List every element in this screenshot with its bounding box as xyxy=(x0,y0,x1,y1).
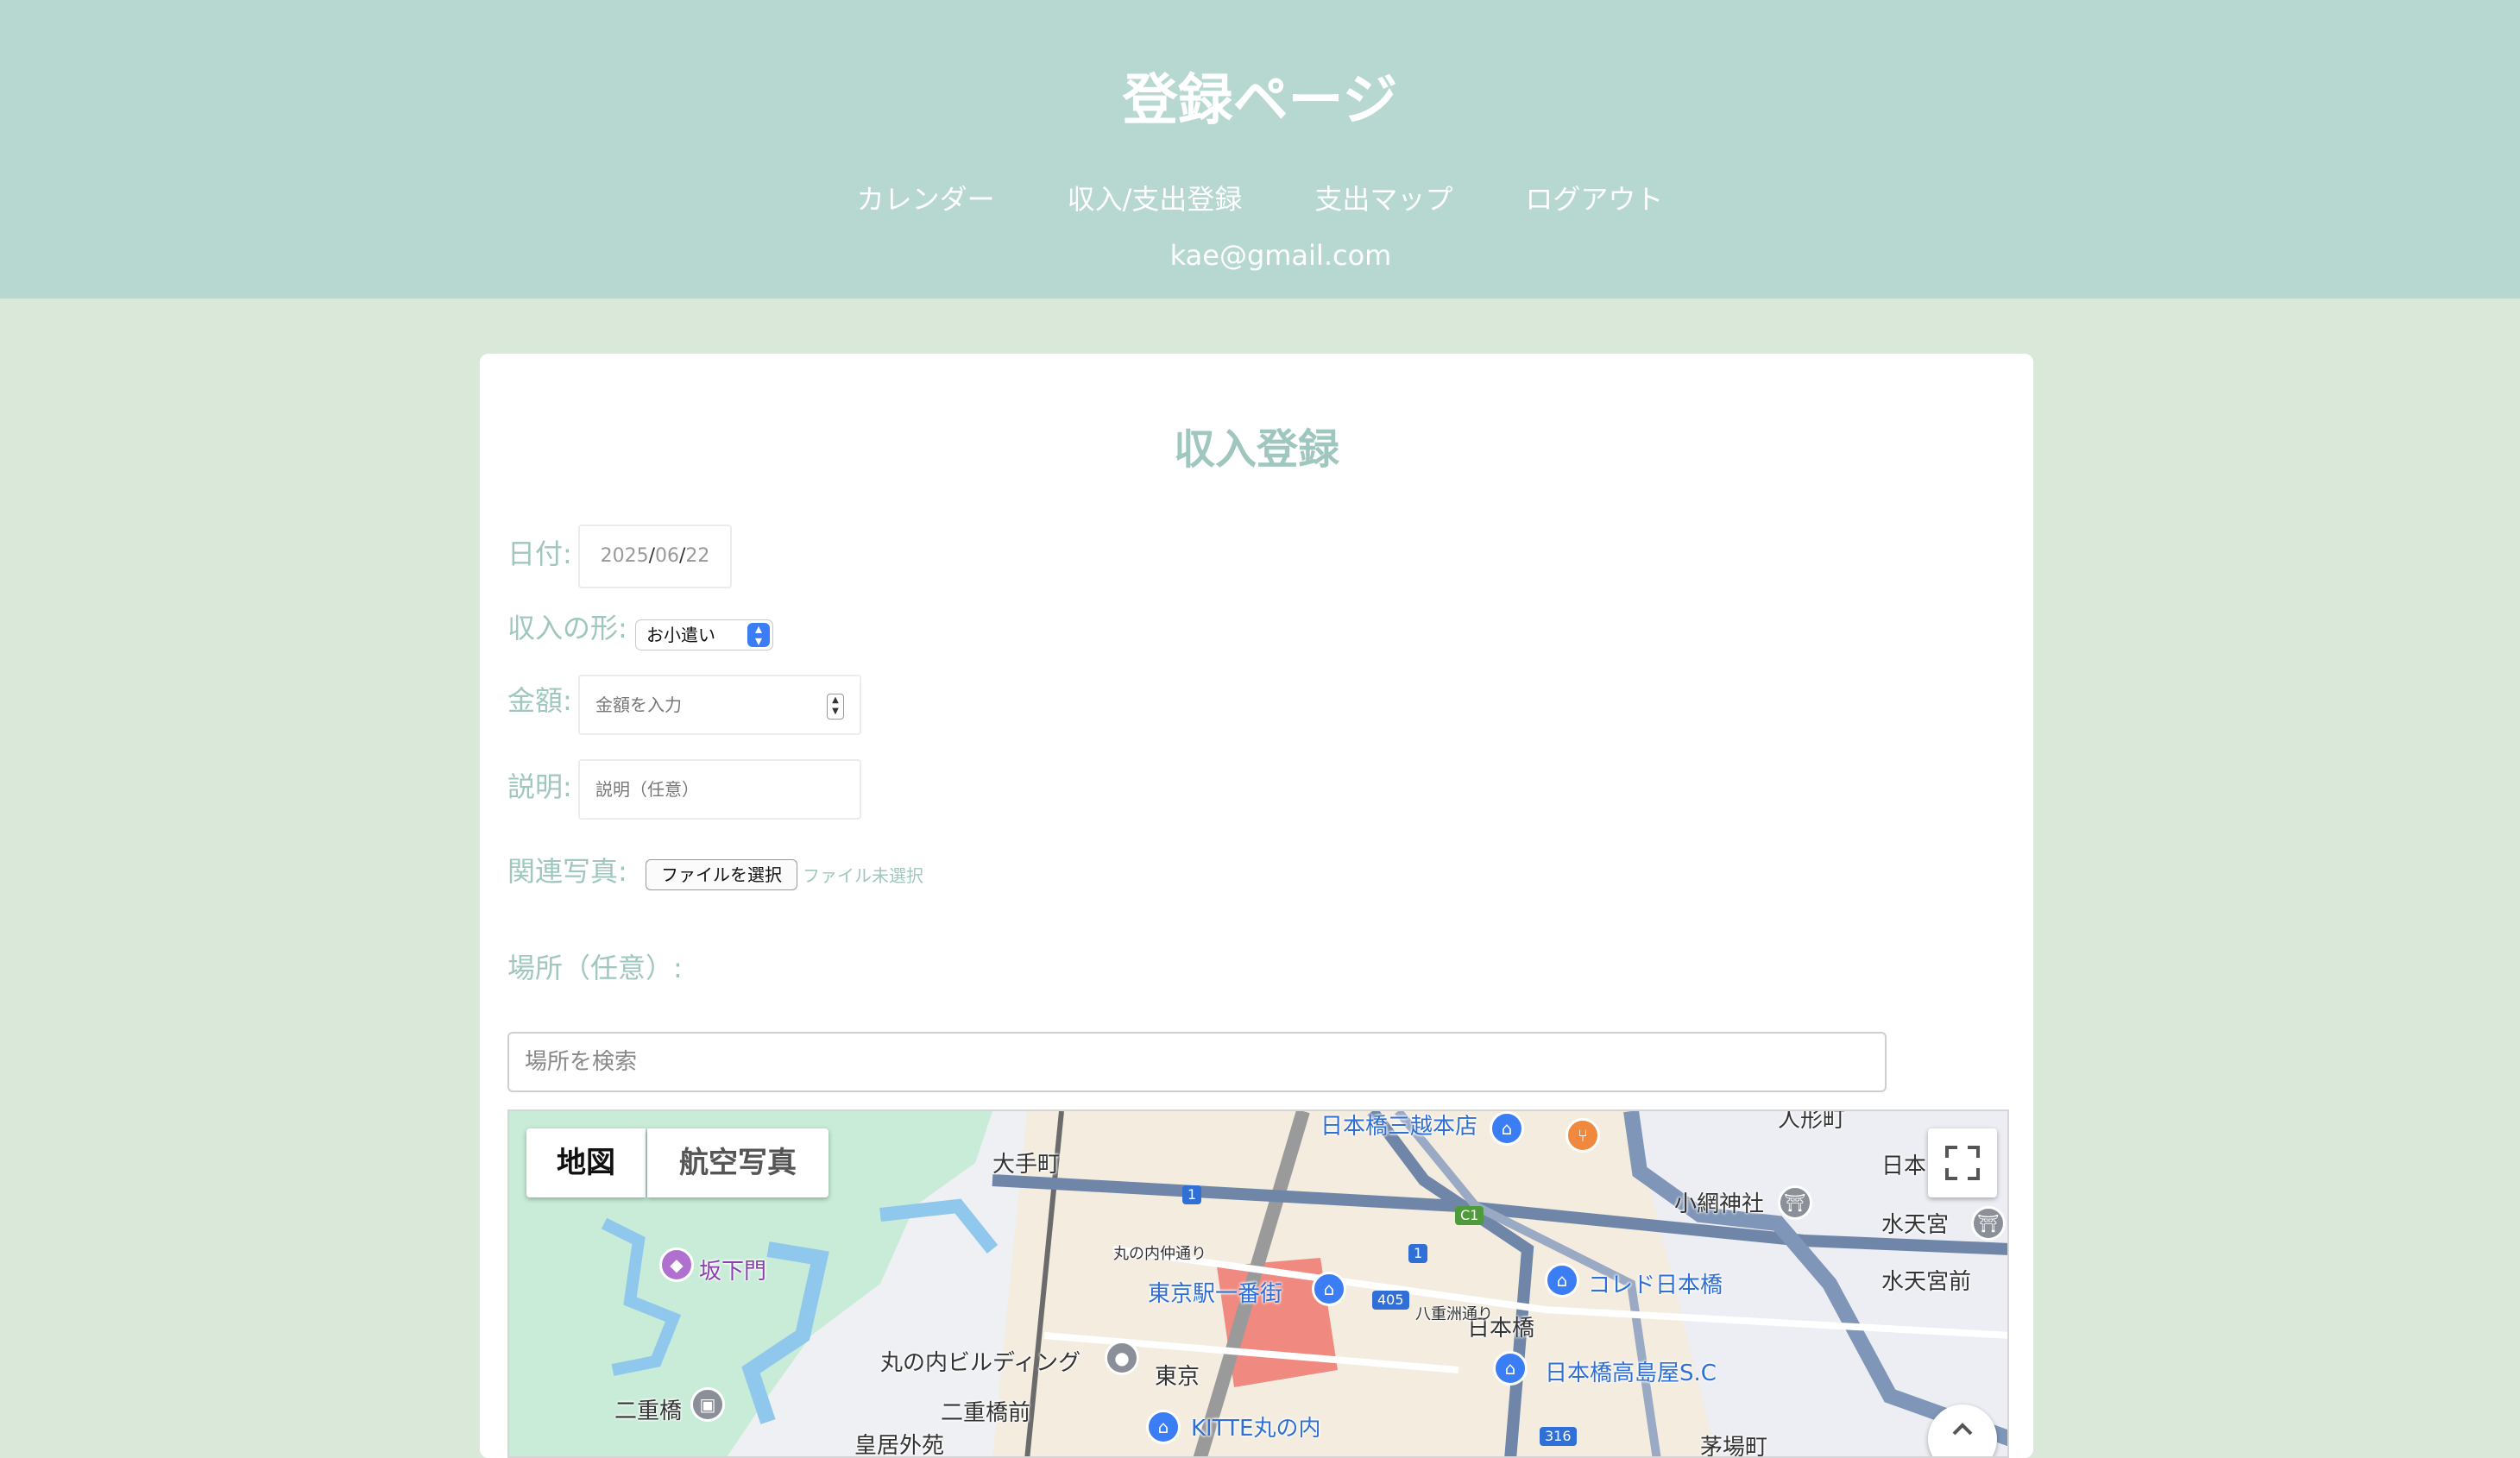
choose-file-button[interactable]: ファイルを選択 xyxy=(646,859,797,890)
map-label-kitte: KITTE丸の内 xyxy=(1191,1416,1321,1442)
map-label-coredo: コレド日本橋 xyxy=(1588,1273,1723,1298)
description-label: 説明: xyxy=(507,770,572,803)
route-shield-316: 316 xyxy=(1540,1427,1577,1446)
route-shield-c1: C1 xyxy=(1455,1206,1484,1225)
map-label-otemachi: 大手町 xyxy=(992,1152,1061,1178)
map-label-tokyo-ichibangai: 東京駅一番街 xyxy=(1148,1281,1283,1307)
main-nav: カレンダー 収入/支出登録 支出マップ ログアウト xyxy=(0,178,2520,221)
amount-label: 金額: xyxy=(507,684,572,717)
nav-calendar[interactable]: カレンダー xyxy=(857,178,995,221)
map-label-marunouchi-street: 丸の内仲通り xyxy=(1113,1245,1206,1263)
nav-logout[interactable]: ログアウト xyxy=(1525,178,1663,221)
route-shield-1: 1 xyxy=(1408,1244,1428,1263)
amount-placeholder: 金額を入力 xyxy=(595,694,682,715)
shopping-pin-icon[interactable]: ⌂ xyxy=(1146,1410,1181,1444)
amount-input[interactable]: 金額を入力 ▲ ▼ xyxy=(578,675,861,735)
shrine-pin-icon[interactable]: ⛩ xyxy=(1778,1185,1812,1220)
map-label-nijubashi: 二重橋 xyxy=(614,1398,683,1424)
file-status: ファイル未選択 xyxy=(803,865,923,886)
description-placeholder: 説明（任意） xyxy=(595,779,699,800)
place-pin-icon[interactable]: ▣ xyxy=(690,1387,725,1422)
date-day: 22 xyxy=(685,545,710,567)
move-arrows-icon xyxy=(1952,1423,1973,1436)
income-type-label: 収入の形: xyxy=(507,612,627,644)
map-type-satellite-button[interactable]: 航空写真 xyxy=(647,1128,828,1197)
date-year: 2025 xyxy=(600,545,649,567)
shopping-pin-icon[interactable]: ⌂ xyxy=(1312,1272,1346,1306)
map-label-suitengumae: 水天宮前 xyxy=(1881,1269,1972,1295)
map-label-koami: 小網神社 xyxy=(1674,1191,1765,1217)
shrine-pin-icon[interactable]: ⛩ xyxy=(1971,1206,2006,1241)
shopping-pin-icon[interactable]: ⌂ xyxy=(1490,1111,1524,1146)
landmark-pin-icon[interactable]: ◆ xyxy=(659,1247,694,1282)
user-email: kae@gmail.com xyxy=(1169,239,1392,272)
location-map[interactable]: 地図 航空写真 大手町 日本橋三越本店 人形町 日本 小網神社 水天宮 水天宮前… xyxy=(507,1109,2009,1458)
select-arrows-icon: ▴ ▾ xyxy=(747,622,770,648)
map-label-ningyocho: 人形町 xyxy=(1778,1109,1846,1133)
number-stepper-icon[interactable]: ▲ ▼ xyxy=(827,694,844,720)
map-label-yaesu-street: 八重洲通り xyxy=(1415,1305,1493,1323)
fullscreen-icon xyxy=(1945,1146,1980,1180)
date-month: 06 xyxy=(655,545,679,567)
map-label-marunouchi-bldg: 丸の内ビルディング xyxy=(880,1350,1081,1376)
income-form-card: 収入登録 日付: 2025/06/22 収入の形: お小遣い ▴ ▾ 金額: 金額… xyxy=(480,354,2033,1458)
map-label-mitsukoshi: 日本橋三越本店 xyxy=(1320,1114,1478,1140)
photo-label: 関連写真: xyxy=(507,855,627,888)
date-input[interactable]: 2025/06/22 xyxy=(578,525,732,588)
nav-expense-map[interactable]: 支出マップ xyxy=(1314,178,1452,221)
place-search-input[interactable]: 場所を検索 xyxy=(507,1032,1887,1092)
shopping-pin-icon[interactable]: ⌂ xyxy=(1493,1351,1528,1386)
map-label-kayabacho: 茅場町 xyxy=(1700,1435,1768,1458)
income-type-select[interactable]: お小遣い ▴ ▾ xyxy=(635,619,773,650)
restaurant-pin-icon[interactable]: ⑂ xyxy=(1566,1118,1600,1153)
place-pin-icon[interactable]: ● xyxy=(1105,1341,1139,1375)
map-label-takashimaya: 日本橋高島屋S.C xyxy=(1545,1361,1717,1386)
map-label-suitengu: 水天宮 xyxy=(1881,1212,1950,1238)
map-label-nihon: 日本 xyxy=(1881,1153,1927,1179)
route-shield-1: 1 xyxy=(1182,1185,1202,1204)
nav-register[interactable]: 収入/支出登録 xyxy=(1068,178,1243,221)
map-label-sakashita: 坂下門 xyxy=(699,1259,767,1285)
income-type-value: お小遣い xyxy=(646,625,715,645)
map-move-control[interactable] xyxy=(1928,1405,1997,1456)
place-label: 場所（任意）: xyxy=(507,952,683,984)
date-label: 日付: xyxy=(507,537,572,570)
map-label-kokyo-gaien: 皇居外苑 xyxy=(854,1433,945,1458)
map-label-nijubashimae: 二重橋前 xyxy=(941,1400,1031,1426)
site-header: 登録ページ カレンダー 収入/支出登録 支出マップ ログアウト kae@gmai… xyxy=(0,0,2520,299)
map-label-tokyo: 東京 xyxy=(1155,1364,1200,1390)
map-type-map-button[interactable]: 地図 xyxy=(526,1128,646,1197)
form-title: 収入登録 xyxy=(1173,425,1339,474)
description-input[interactable]: 説明（任意） xyxy=(578,759,861,820)
place-search-placeholder: 場所を検索 xyxy=(525,1049,638,1075)
fullscreen-button[interactable] xyxy=(1928,1128,1997,1197)
shopping-pin-icon[interactable]: ⌂ xyxy=(1545,1263,1579,1298)
page-title: 登録ページ xyxy=(1122,69,1398,133)
route-shield-405: 405 xyxy=(1372,1291,1409,1310)
date-separator: / xyxy=(648,545,655,567)
